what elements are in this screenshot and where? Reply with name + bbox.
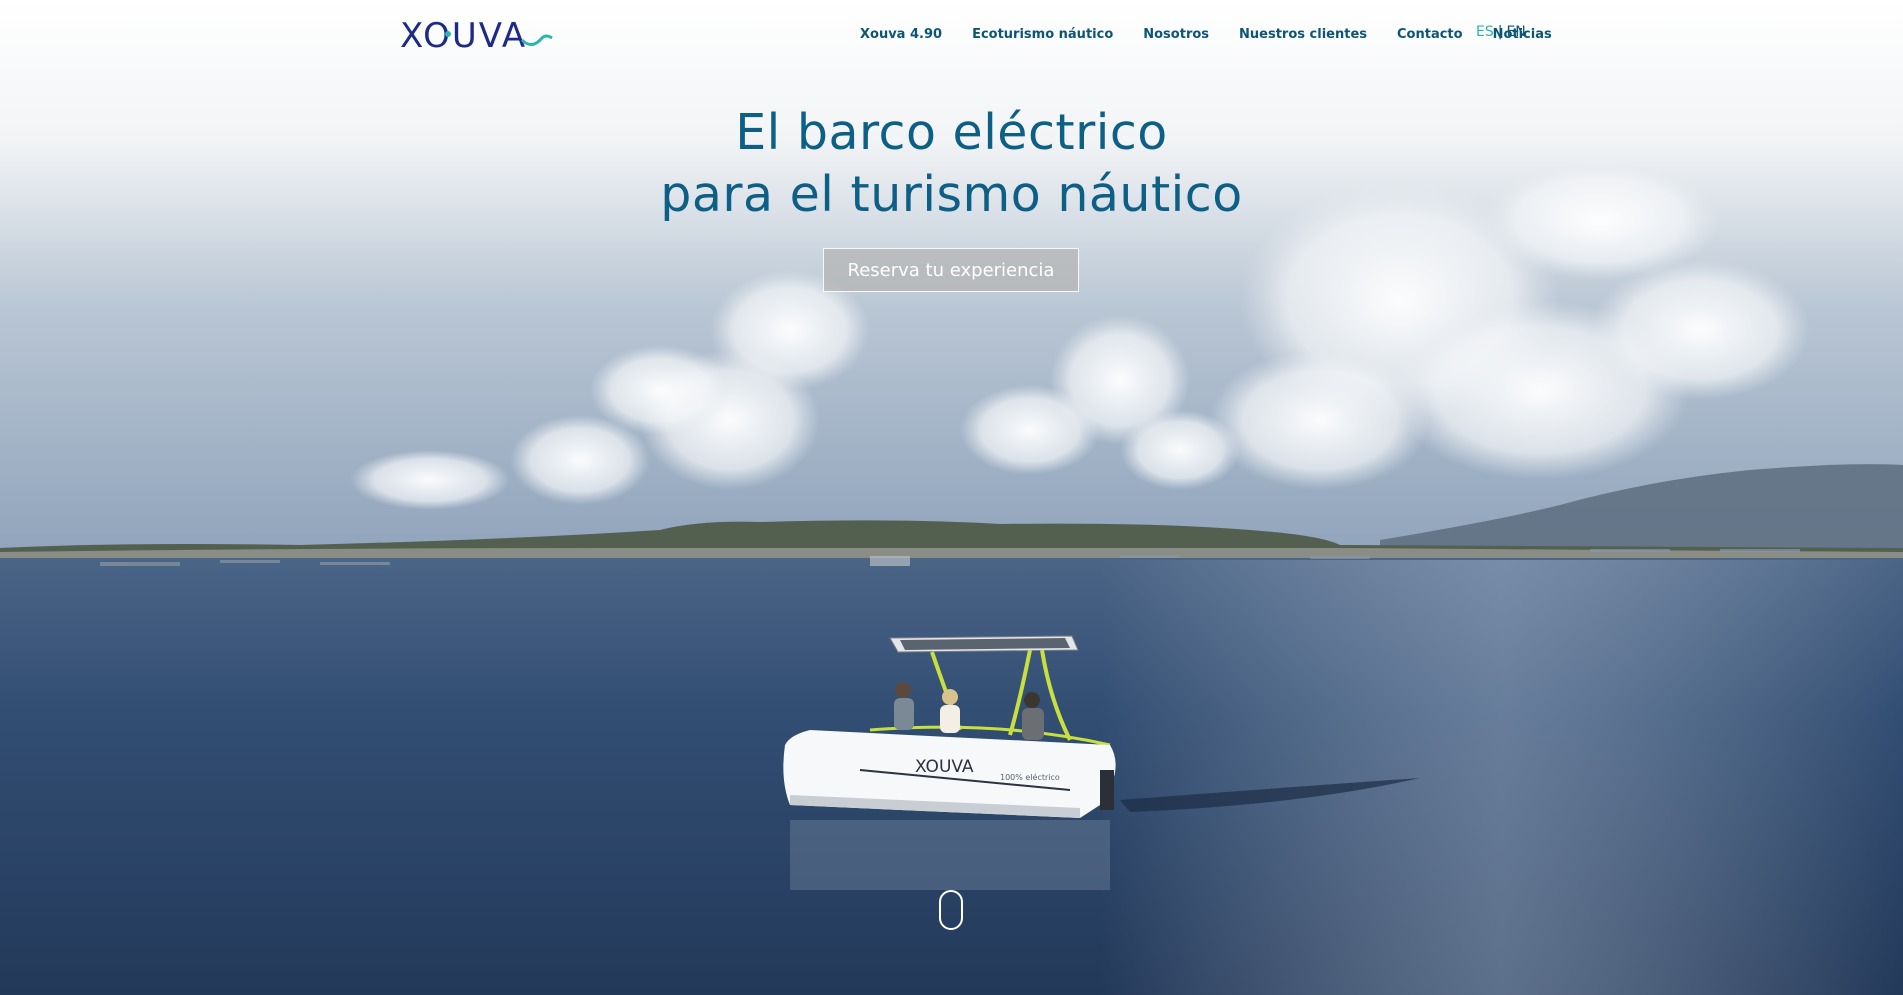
hero-title-line1: El barco eléctrico xyxy=(735,104,1168,161)
nav-item-contacto[interactable]: Contacto xyxy=(1397,27,1463,42)
scroll-mouse-icon[interactable] xyxy=(939,890,963,930)
page: XOUVA 100% eléctrico XOUVA Xouva 4.90 Ec… xyxy=(0,0,1903,995)
boat-tagline-text: 100% eléctrico xyxy=(1000,772,1060,782)
lang-en-link[interactable]: EN xyxy=(1506,24,1525,40)
language-switcher: ES | EN xyxy=(1476,24,1526,40)
nav-item-nuestros-clientes[interactable]: Nuestros clientes xyxy=(1239,27,1367,42)
hero-title: El barco eléctrico para el turismo náuti… xyxy=(0,102,1903,226)
reserve-experience-button[interactable]: Reserva tu experiencia xyxy=(823,248,1079,292)
lang-separator: | xyxy=(1497,24,1503,40)
main-nav: Xouva 4.90 Ecoturismo náutico Nosotros N… xyxy=(860,22,1552,46)
xouva-logo-icon: XOUVA xyxy=(400,16,553,56)
site-header: XOUVA Xouva 4.90 Ecoturismo náutico Noso… xyxy=(0,0,1903,70)
nav-item-xouva-490[interactable]: Xouva 4.90 xyxy=(860,27,942,42)
lang-es-link[interactable]: ES xyxy=(1476,24,1494,40)
nav-item-nosotros[interactable]: Nosotros xyxy=(1143,27,1209,42)
logo-text: XOUVA xyxy=(400,16,527,54)
boat-brand-text: XOUVA xyxy=(915,757,974,777)
xouva-logo[interactable]: XOUVA xyxy=(400,14,555,56)
hero-title-line2: para el turismo náutico xyxy=(660,166,1243,223)
nav-item-ecoturismo[interactable]: Ecoturismo náutico xyxy=(972,27,1113,42)
